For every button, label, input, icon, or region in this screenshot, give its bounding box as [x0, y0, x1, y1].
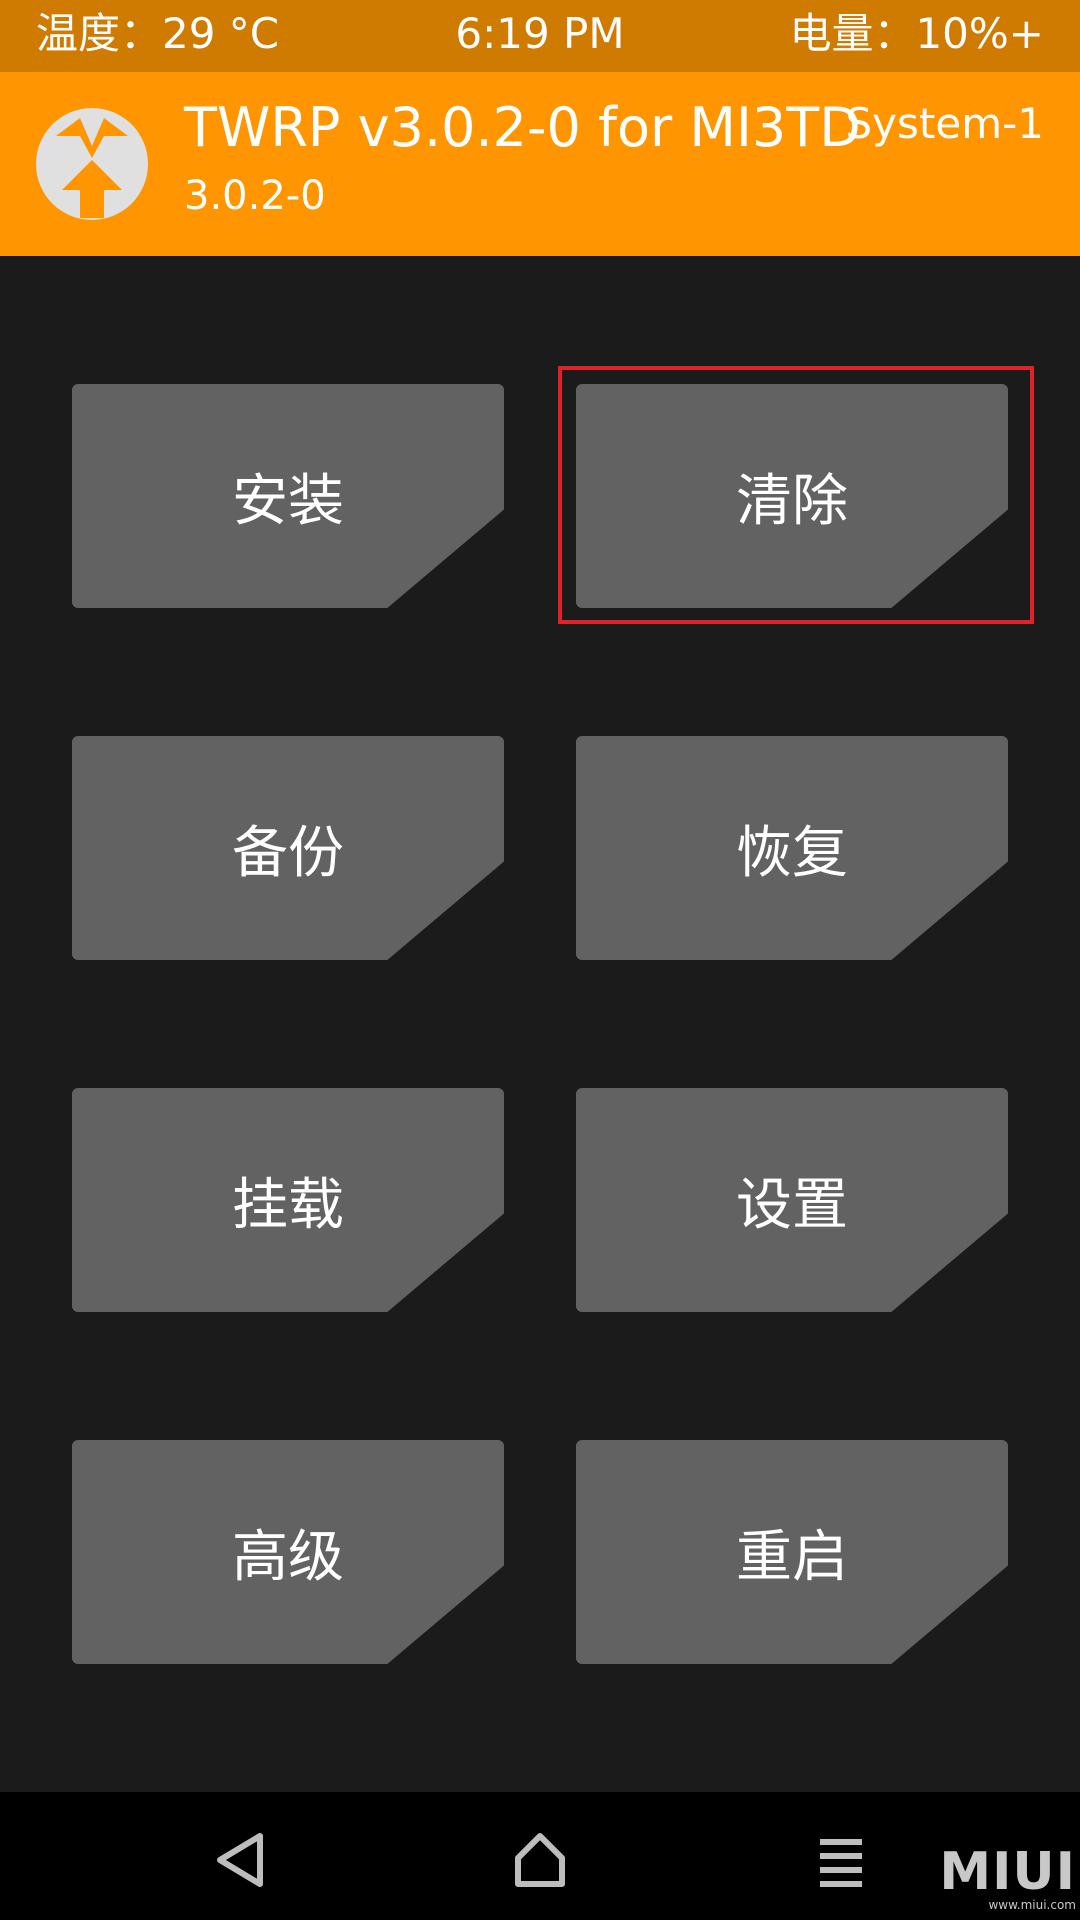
header-version: 3.0.2-0 [184, 173, 326, 219]
mount-button[interactable]: 挂载 [72, 1088, 504, 1312]
reboot-label: 重启 [736, 1524, 848, 1590]
twrp-logo-icon [36, 108, 148, 220]
settings-button[interactable]: 设置 [576, 1088, 1008, 1312]
miui-watermark: MIUI www.miui.com [939, 1846, 1076, 1912]
header-bar: TWRP v3.0.2-0 for MI3TD 3.0.2-0 System-1 [0, 72, 1080, 256]
status-bar: 温度：29 °C 6:19 PM 电量：10%+ [0, 0, 1080, 72]
header-title: TWRP v3.0.2-0 for MI3TD [184, 96, 861, 159]
twrp-main-screen: 温度：29 °C 6:19 PM 电量：10%+ TWRP v3.0.2-0 f… [0, 0, 1080, 1920]
install-button[interactable]: 安装 [72, 384, 504, 608]
back-icon[interactable] [194, 1812, 290, 1908]
advanced-button[interactable]: 高级 [72, 1440, 504, 1664]
watermark-logo: MIUI [939, 1842, 1076, 1902]
wipe-button[interactable]: 清除 [576, 384, 1008, 608]
settings-label: 设置 [736, 1172, 848, 1238]
mount-label: 挂载 [232, 1172, 344, 1238]
navigation-bar: MIUI www.miui.com [0, 1792, 1080, 1920]
backup-button[interactable]: 备份 [72, 736, 504, 960]
reboot-button[interactable]: 重启 [576, 1440, 1008, 1664]
restore-button[interactable]: 恢复 [576, 736, 1008, 960]
home-icon[interactable] [492, 1812, 588, 1908]
advanced-label: 高级 [232, 1524, 344, 1590]
restore-label: 恢复 [736, 820, 848, 886]
backup-label: 备份 [232, 820, 344, 886]
battery-indicator: 电量：10%+ [789, 9, 1044, 58]
wipe-label: 清除 [736, 468, 848, 534]
active-slot-label: System-1 [845, 99, 1045, 148]
menu-icon[interactable] [792, 1812, 888, 1908]
install-label: 安装 [232, 468, 344, 534]
